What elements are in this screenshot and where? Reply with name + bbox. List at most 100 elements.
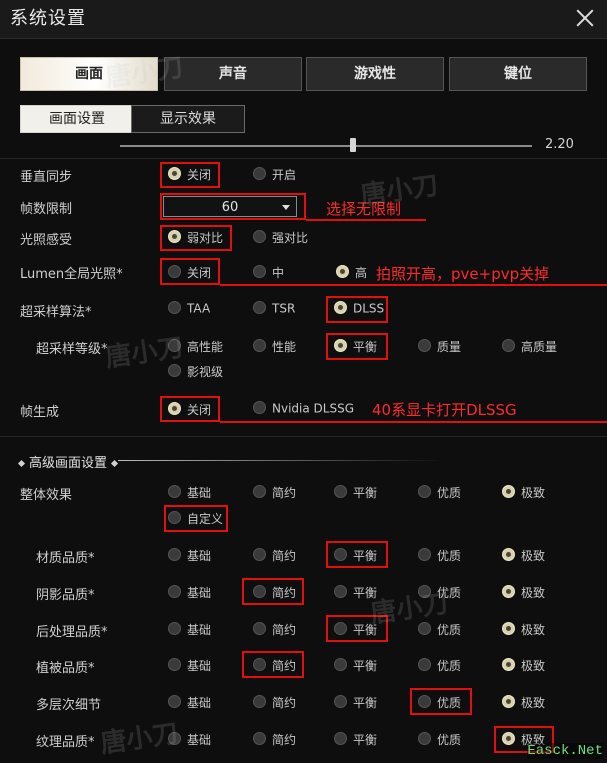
divider <box>0 436 607 437</box>
lod-option[interactable]: 简约 <box>253 694 296 716</box>
diamond-icon <box>17 459 26 468</box>
radio-icon <box>502 339 515 352</box>
vegetation-quality-option[interactable]: 优质 <box>418 657 461 679</box>
radio-icon <box>168 695 181 708</box>
radio-icon <box>334 585 347 598</box>
window-title: 系统设置 <box>10 8 86 29</box>
postprocess-quality-option[interactable]: 极致 <box>502 621 545 643</box>
shadow-quality-option[interactable]: 极致 <box>502 584 545 606</box>
radio-icon <box>253 401 266 414</box>
overall-option[interactable]: 基础 <box>168 484 211 506</box>
radio-icon <box>418 732 431 745</box>
annotation-box <box>160 162 220 188</box>
upscale-quality-option[interactable]: 高质量 <box>502 338 557 360</box>
tab-sound[interactable]: 声音 <box>164 57 302 91</box>
radio-icon <box>253 265 266 278</box>
annotation-underline <box>220 284 607 286</box>
material-quality-label: 材质品质* <box>36 551 95 566</box>
radio-icon <box>418 339 431 352</box>
vegetation-quality-option[interactable]: 极致 <box>502 657 545 679</box>
texture-quality-option[interactable]: 简约 <box>253 731 296 753</box>
tab-gameplay[interactable]: 游戏性 <box>306 57 444 91</box>
radio-icon <box>253 339 266 352</box>
radio-selected-icon <box>502 485 515 498</box>
light-label: 光照感受 <box>20 233 73 248</box>
texture-quality-option[interactable]: 优质 <box>418 731 461 753</box>
frame-gen-label: 帧生成 <box>20 405 60 420</box>
radio-icon <box>168 364 181 377</box>
annotation-box <box>242 651 304 678</box>
radio-icon <box>334 658 347 671</box>
watermark: 唐小刀 <box>98 718 181 760</box>
annotation-box <box>410 688 472 715</box>
overall-option[interactable]: 极致 <box>502 484 545 506</box>
annotation-box <box>160 396 220 422</box>
postprocess-quality-option[interactable]: 基础 <box>168 621 211 643</box>
watermark: 唐小刀 <box>358 170 441 212</box>
brightness-slider-track[interactable] <box>120 145 532 147</box>
texture-quality-option[interactable]: 平衡 <box>334 731 377 753</box>
radio-selected-icon <box>502 548 515 561</box>
material-quality-option[interactable]: 基础 <box>168 547 211 569</box>
overall-option[interactable]: 简约 <box>253 484 296 506</box>
annotation-box <box>160 225 232 251</box>
radio-icon <box>168 622 181 635</box>
frame-gen-dlssg-option[interactable]: Nvidia DLSSG <box>253 401 354 423</box>
radio-icon <box>418 658 431 671</box>
annotation-box <box>326 296 388 323</box>
radio-icon <box>253 622 266 635</box>
material-quality-option[interactable]: 优质 <box>418 547 461 569</box>
lod-label: 多层次细节 <box>36 698 102 713</box>
light-strong-option[interactable]: 强对比 <box>253 229 308 251</box>
postprocess-quality-option[interactable]: 优质 <box>418 621 461 643</box>
upscale-quality-option[interactable]: 质量 <box>418 338 461 360</box>
section-divider <box>118 460 438 461</box>
annotation-box <box>326 541 388 568</box>
lod-option[interactable]: 平衡 <box>334 694 377 716</box>
radio-icon <box>334 695 347 708</box>
radio-icon <box>334 485 347 498</box>
vegetation-quality-option[interactable]: 平衡 <box>334 657 377 679</box>
tab-keybinds[interactable]: 键位 <box>449 57 587 91</box>
upscale-quality-label: 超采样等级* <box>36 342 108 357</box>
radio-icon <box>253 695 266 708</box>
upscale-taa-option[interactable]: TAA <box>168 301 210 323</box>
radio-icon <box>253 301 266 314</box>
vsync-on-option[interactable]: 开启 <box>253 166 296 188</box>
brightness-slider-thumb[interactable] <box>350 138 356 152</box>
material-quality-option[interactable]: 简约 <box>253 547 296 569</box>
lumen-high-option[interactable]: 高 <box>336 264 367 286</box>
lumen-mid-option[interactable]: 中 <box>253 264 284 286</box>
upscale-quality-option[interactable]: 性能 <box>253 338 296 360</box>
overall-option[interactable]: 平衡 <box>334 484 377 506</box>
texture-quality-label: 纹理品质* <box>36 735 95 750</box>
radio-icon <box>168 585 181 598</box>
lumen-label: Lumen全局光照* <box>20 267 123 282</box>
radio-icon <box>168 548 181 561</box>
postprocess-quality-option[interactable]: 简约 <box>253 621 296 643</box>
shadow-quality-option[interactable]: 基础 <box>168 584 211 606</box>
subtab-display-effects[interactable]: 显示效果 <box>131 105 245 133</box>
close-icon[interactable] <box>573 6 597 30</box>
annotation-box <box>242 578 304 605</box>
radio-icon <box>168 485 181 498</box>
shadow-quality-label: 阴影品质* <box>36 588 95 603</box>
overall-option[interactable]: 优质 <box>418 484 461 506</box>
postprocess-quality-label: 后处理品质* <box>36 625 108 640</box>
subtab-display-settings[interactable]: 画面设置 <box>20 105 134 133</box>
radio-icon <box>418 485 431 498</box>
annotation-box <box>326 333 388 360</box>
annotation-box <box>160 193 306 220</box>
vegetation-quality-label: 植被品质* <box>36 661 95 676</box>
title-bar <box>0 0 607 39</box>
radio-icon <box>418 622 431 635</box>
upscale-label: 超采样算法* <box>20 305 92 320</box>
lod-option[interactable]: 极致 <box>502 694 545 716</box>
upscale-quality-option[interactable]: 影视级 <box>168 363 223 385</box>
material-quality-option[interactable]: 极致 <box>502 547 545 569</box>
vegetation-quality-option[interactable]: 基础 <box>168 657 211 679</box>
upscale-tsr-option[interactable]: TSR <box>253 301 295 323</box>
annotation-lumen: 拍照开高，pve+pvp关掉 <box>376 265 550 283</box>
brightness-value: 2.20 <box>545 137 574 152</box>
radio-selected-icon <box>502 695 515 708</box>
